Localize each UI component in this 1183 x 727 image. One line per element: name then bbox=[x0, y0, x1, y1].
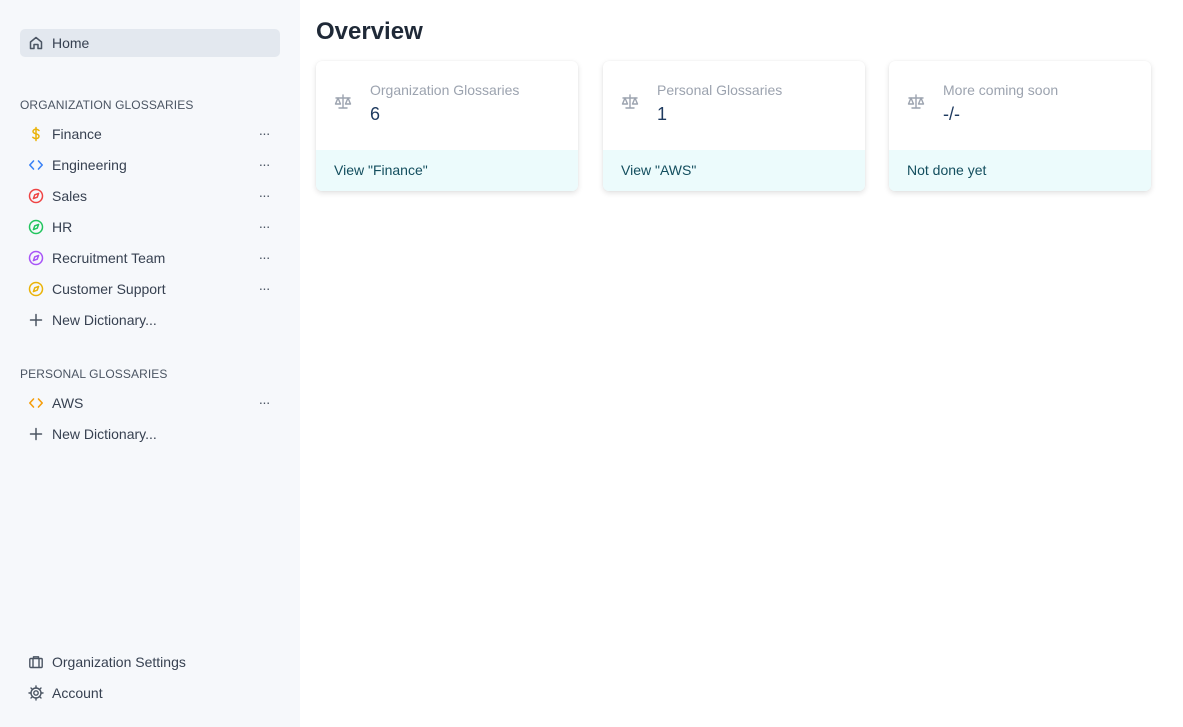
sidebar-item-label: Customer Support bbox=[52, 281, 166, 297]
card-value: 1 bbox=[657, 104, 668, 124]
gear-icon bbox=[28, 685, 44, 701]
more-options-icon[interactable]: ··· bbox=[256, 279, 272, 299]
card-footer: View "Finance" bbox=[316, 150, 578, 191]
scale-icon bbox=[906, 92, 926, 112]
card-value: -/- bbox=[943, 104, 960, 124]
new-dictionary-label: New Dictionary... bbox=[52, 426, 157, 442]
home-icon bbox=[28, 35, 44, 51]
code-icon bbox=[28, 157, 44, 173]
compass-icon bbox=[28, 188, 44, 204]
compass-icon bbox=[28, 250, 44, 266]
sidebar-item-engineering[interactable]: Engineering ··· bbox=[20, 151, 280, 179]
more-options-icon[interactable]: ··· bbox=[256, 155, 272, 175]
card-footer: View "AWS" bbox=[603, 150, 865, 191]
new-org-dictionary-button[interactable]: New Dictionary... bbox=[20, 306, 280, 334]
sidebar-item-recruitment-team[interactable]: Recruitment Team ··· bbox=[20, 244, 280, 272]
sidebar-item-organization-settings[interactable]: Organization Settings bbox=[20, 648, 280, 676]
new-dictionary-label: New Dictionary... bbox=[52, 312, 157, 328]
plus-icon bbox=[28, 426, 44, 442]
card-label: Organization Glossaries bbox=[370, 82, 520, 98]
sidebar-item-label: HR bbox=[52, 219, 73, 235]
personal-glossaries-heading: PERSONAL GLOSSARIES bbox=[20, 367, 168, 381]
more-options-icon[interactable]: ··· bbox=[256, 248, 272, 268]
sidebar-item-label: Engineering bbox=[52, 157, 127, 173]
compass-icon bbox=[28, 281, 44, 297]
sidebar-item-label: AWS bbox=[52, 395, 84, 411]
sidebar-item-label: Account bbox=[52, 685, 103, 701]
sidebar-item-label: Finance bbox=[52, 126, 102, 142]
more-options-icon[interactable]: ··· bbox=[256, 393, 272, 413]
stat-card-personal-glossaries: Personal Glossaries 1 View "AWS" bbox=[603, 61, 865, 191]
view-aws-link[interactable]: View "AWS" bbox=[621, 162, 696, 178]
more-options-icon[interactable]: ··· bbox=[256, 124, 272, 144]
stat-card-more-coming-soon: More coming soon -/- Not done yet bbox=[889, 61, 1151, 191]
more-options-icon[interactable]: ··· bbox=[256, 186, 272, 206]
sidebar-item-label: Organization Settings bbox=[52, 654, 186, 670]
sidebar-item-customer-support[interactable]: Customer Support ··· bbox=[20, 275, 280, 303]
code-icon bbox=[28, 395, 44, 411]
sidebar-item-home[interactable]: Home bbox=[20, 29, 280, 57]
more-options-icon[interactable]: ··· bbox=[256, 217, 272, 237]
sidebar-item-label: Home bbox=[52, 35, 90, 51]
card-label: Personal Glossaries bbox=[657, 82, 783, 98]
new-personal-dictionary-button[interactable]: New Dictionary... bbox=[20, 420, 280, 448]
card-value: 6 bbox=[370, 104, 381, 124]
briefcase-icon bbox=[28, 654, 44, 670]
not-done-yet-link[interactable]: Not done yet bbox=[907, 162, 986, 178]
scale-icon bbox=[333, 92, 353, 112]
compass-icon bbox=[28, 219, 44, 235]
sidebar-item-sales[interactable]: Sales ··· bbox=[20, 182, 280, 210]
dollar-icon bbox=[28, 126, 44, 142]
sidebar: Home ORGANIZATION GLOSSARIES Finance ···… bbox=[0, 0, 300, 727]
stat-card-organization-glossaries: Organization Glossaries 6 View "Finance" bbox=[316, 61, 578, 191]
sidebar-item-hr[interactable]: HR ··· bbox=[20, 213, 280, 241]
card-label: More coming soon bbox=[943, 82, 1059, 98]
page-title: Overview bbox=[316, 18, 423, 45]
card-footer: Not done yet bbox=[889, 150, 1151, 191]
scale-icon bbox=[620, 92, 640, 112]
sidebar-item-account[interactable]: Account bbox=[20, 679, 280, 707]
sidebar-item-label: Sales bbox=[52, 188, 88, 204]
org-glossaries-heading: ORGANIZATION GLOSSARIES bbox=[20, 98, 194, 112]
view-finance-link[interactable]: View "Finance" bbox=[334, 162, 428, 178]
sidebar-item-finance[interactable]: Finance ··· bbox=[20, 120, 280, 148]
plus-icon bbox=[28, 312, 44, 328]
sidebar-item-aws[interactable]: AWS ··· bbox=[20, 389, 280, 417]
sidebar-item-label: Recruitment Team bbox=[52, 250, 166, 266]
